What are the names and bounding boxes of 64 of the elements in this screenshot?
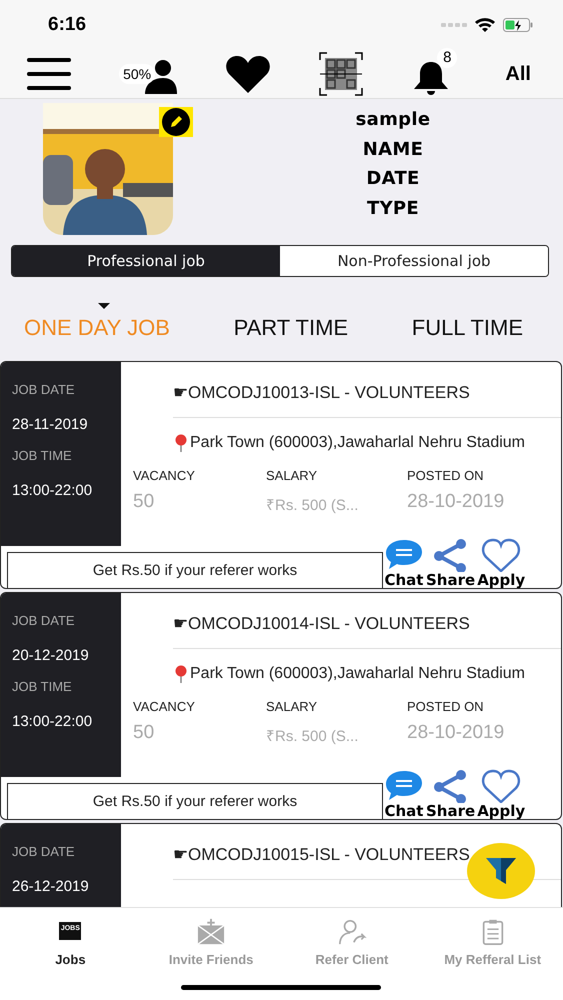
vacancy-label: VACANCY: [133, 699, 196, 714]
share-button[interactable]: Share: [425, 769, 476, 819]
posted-date-value: 28-10-2019: [407, 491, 504, 513]
referral-offer: Get Rs.50 if your referer works: [7, 783, 383, 819]
chat-icon: [384, 538, 424, 572]
pencil-icon: [169, 115, 183, 129]
salary-label: SALARY: [266, 699, 318, 714]
salary-value: ₹Rs. 500 (S...: [266, 727, 360, 745]
job-location: Park Town (600003),Jawaharlal Nehru Stadium: [190, 665, 525, 683]
chat-button[interactable]: Chat: [383, 538, 425, 588]
chat-icon: [384, 769, 424, 803]
profile-field: sample: [356, 109, 430, 138]
location-pin-icon: [175, 665, 187, 683]
job-time-label: JOB TIME: [12, 679, 73, 696]
completion-badge: 50%: [119, 64, 156, 84]
notifications-button[interactable]: 8: [411, 48, 458, 96]
heart-icon: [481, 538, 522, 572]
category-tab[interactable]: Non-Professional job: [280, 246, 548, 276]
job-time-label: JOB TIME: [12, 448, 73, 465]
signal-icon: [441, 22, 467, 28]
job-time: 13:00-22:00: [12, 482, 94, 501]
menu-icon[interactable]: [27, 57, 71, 91]
job-date: 20-12-2019: [12, 647, 90, 666]
job-location: Park Town (600003),Jawaharlal Nehru Stadium: [190, 434, 525, 452]
vacancy-value: 50: [133, 722, 156, 744]
battery-icon: [503, 18, 533, 32]
heart-icon: [481, 769, 522, 803]
filter-all-button[interactable]: All: [505, 62, 531, 86]
apply-button[interactable]: Apply: [476, 538, 526, 588]
job-time: 13:00-22:00: [12, 713, 94, 732]
posted-date-label: POSTED ON: [407, 468, 485, 483]
share-button[interactable]: Share: [425, 538, 476, 588]
job-date-label: JOB DATE: [12, 382, 76, 399]
caret-icon: [98, 303, 110, 309]
job-type-tab[interactable]: PART TIME: [234, 303, 348, 343]
job-title[interactable]: ☛OMCODJ10013-ISL - VOLUNTEERS: [173, 362, 561, 418]
heart-icon[interactable]: [225, 54, 272, 94]
job-type-tab[interactable]: FULL TIME: [412, 303, 523, 343]
posted-date-label: POSTED ON: [407, 699, 485, 714]
job-date: 26-12-2019: [12, 878, 90, 897]
wifi-icon: [474, 17, 496, 33]
job-title[interactable]: ☛OMCODJ10014-ISL - VOLUNTEERS: [173, 593, 561, 649]
referral-offer: Get Rs.50 if your referer works: [7, 552, 383, 588]
clock-time: 6:16: [48, 14, 86, 36]
vacancy-label: VACANCY: [133, 468, 196, 483]
category-tab[interactable]: Professional job: [12, 246, 280, 276]
job-date-label: JOB DATE: [12, 613, 76, 630]
edit-photo-button[interactable]: [159, 107, 193, 137]
salary-label: SALARY: [266, 468, 318, 483]
profile-field: TYPE: [366, 198, 419, 227]
job-date: 28-11-2019: [12, 416, 89, 435]
profile-completion-button[interactable]: 50%: [119, 54, 178, 94]
chat-button[interactable]: Chat: [383, 769, 425, 819]
qr-scan-icon[interactable]: [319, 52, 364, 96]
salary-value: ₹Rs. 500 (S...: [266, 496, 360, 514]
posted-date-value: 28-10-2019: [407, 722, 504, 744]
envelope-icon: [195, 918, 228, 946]
job-date-label: JOB DATE: [12, 844, 76, 861]
notification-count: 8: [437, 48, 458, 68]
vacancy-value: 50: [133, 491, 156, 513]
profile-field: NAME: [362, 138, 424, 168]
apply-button[interactable]: Apply: [476, 769, 526, 819]
profile-field: DATE: [366, 168, 420, 198]
location-pin-icon: [175, 434, 187, 452]
